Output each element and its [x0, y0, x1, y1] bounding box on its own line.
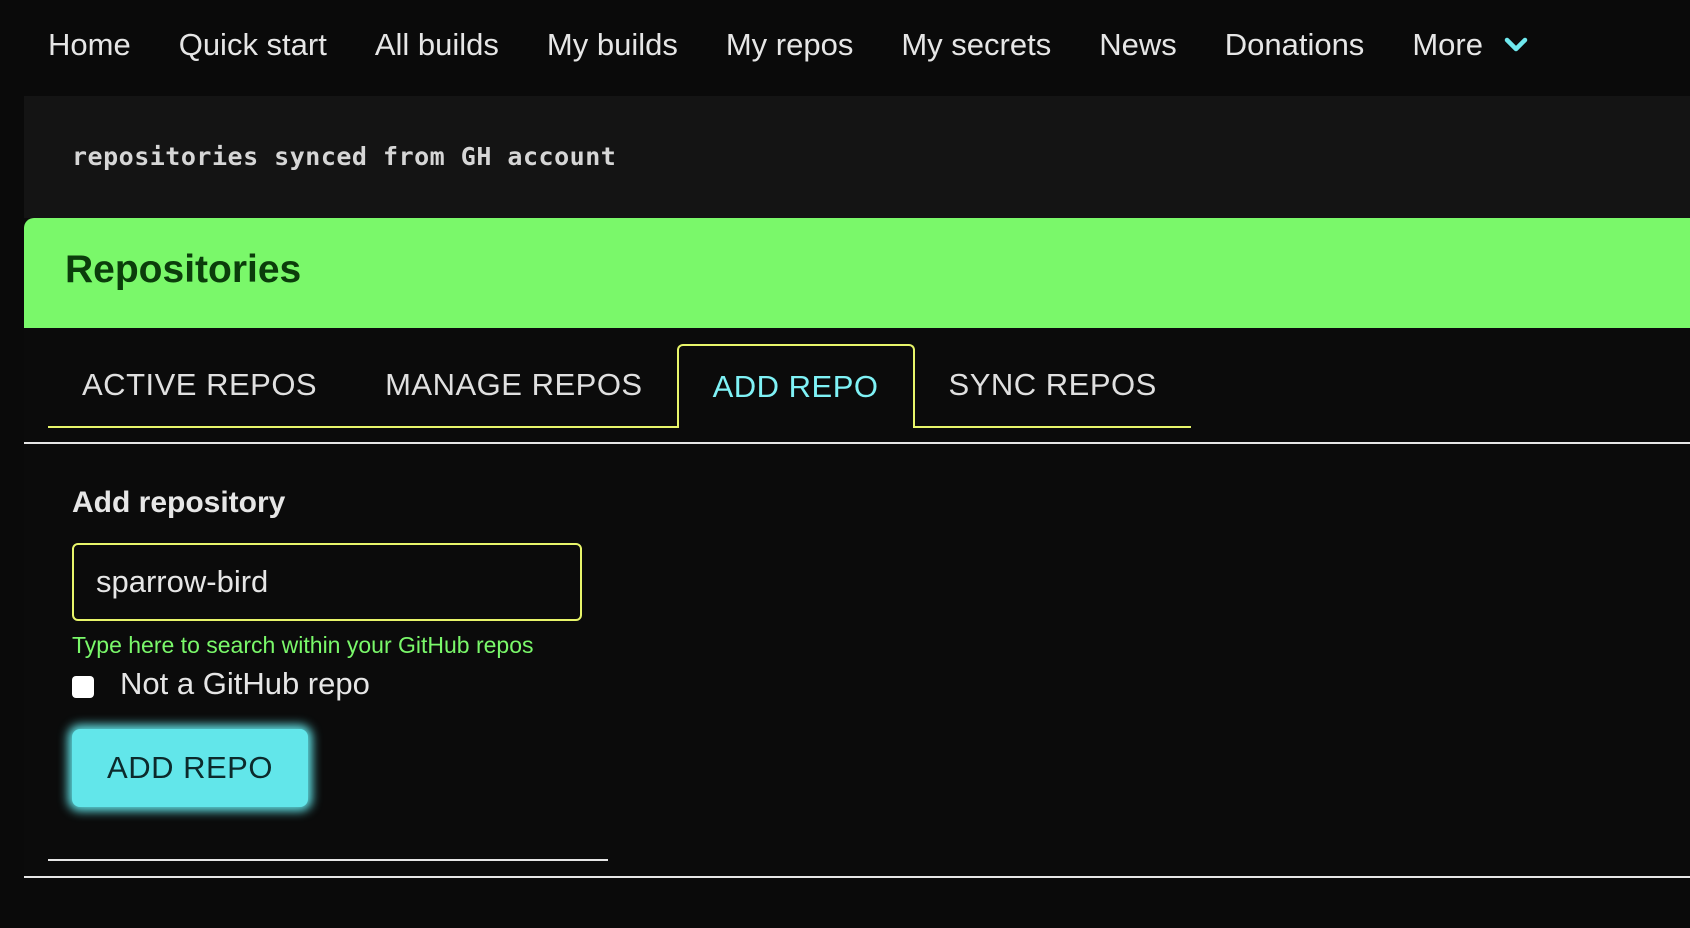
card-header: Repositories: [24, 218, 1690, 328]
nav-more[interactable]: More: [1412, 27, 1531, 63]
page: Home Quick start All builds My builds My…: [0, 0, 1690, 928]
tab-sync-repos[interactable]: SYNC REPOS: [914, 344, 1191, 428]
page-title: Repositories: [65, 248, 302, 291]
nav-my-repos[interactable]: My repos: [726, 27, 853, 63]
top-nav: Home Quick start All builds My builds My…: [0, 0, 1690, 90]
nav-more-label: More: [1412, 27, 1483, 62]
repo-input-helper-text: Type here to search within your GitHub r…: [72, 632, 534, 658]
subtitle-bar: repositories synced from GH account: [24, 96, 1690, 218]
not-github-checkbox-row[interactable]: Not a GitHub repo: [72, 666, 370, 702]
tabs-divider: [24, 442, 1690, 444]
add-repository-heading: Add repository: [72, 486, 286, 519]
form-divider: [48, 859, 608, 861]
nav-donations[interactable]: Donations: [1225, 27, 1365, 63]
chevron-down-icon: [1504, 37, 1528, 52]
nav-home[interactable]: Home: [48, 27, 131, 63]
repo-search-input[interactable]: [72, 543, 582, 621]
repositories-card: repositories synced from GH account Repo…: [24, 96, 1690, 878]
tab-manage-repos[interactable]: MANAGE REPOS: [351, 344, 677, 428]
card-bottom-divider: [24, 876, 1690, 878]
page-subtitle: repositories synced from GH account: [72, 142, 617, 171]
not-github-label[interactable]: Not a GitHub repo: [120, 666, 370, 702]
nav-my-secrets[interactable]: My secrets: [901, 27, 1051, 63]
nav-all-builds[interactable]: All builds: [375, 27, 499, 63]
tab-add-repo[interactable]: ADD REPO: [676, 344, 915, 428]
not-github-checkbox[interactable]: [72, 676, 94, 698]
tab-active-repos[interactable]: ACTIVE REPOS: [48, 344, 352, 428]
nav-my-builds[interactable]: My builds: [547, 27, 678, 63]
tab-bar: ACTIVE REPOS MANAGE REPOS ADD REPO SYNC …: [48, 344, 1191, 428]
nav-news[interactable]: News: [1099, 27, 1177, 63]
nav-quick-start[interactable]: Quick start: [179, 27, 327, 63]
add-repo-button[interactable]: ADD REPO: [72, 729, 308, 807]
